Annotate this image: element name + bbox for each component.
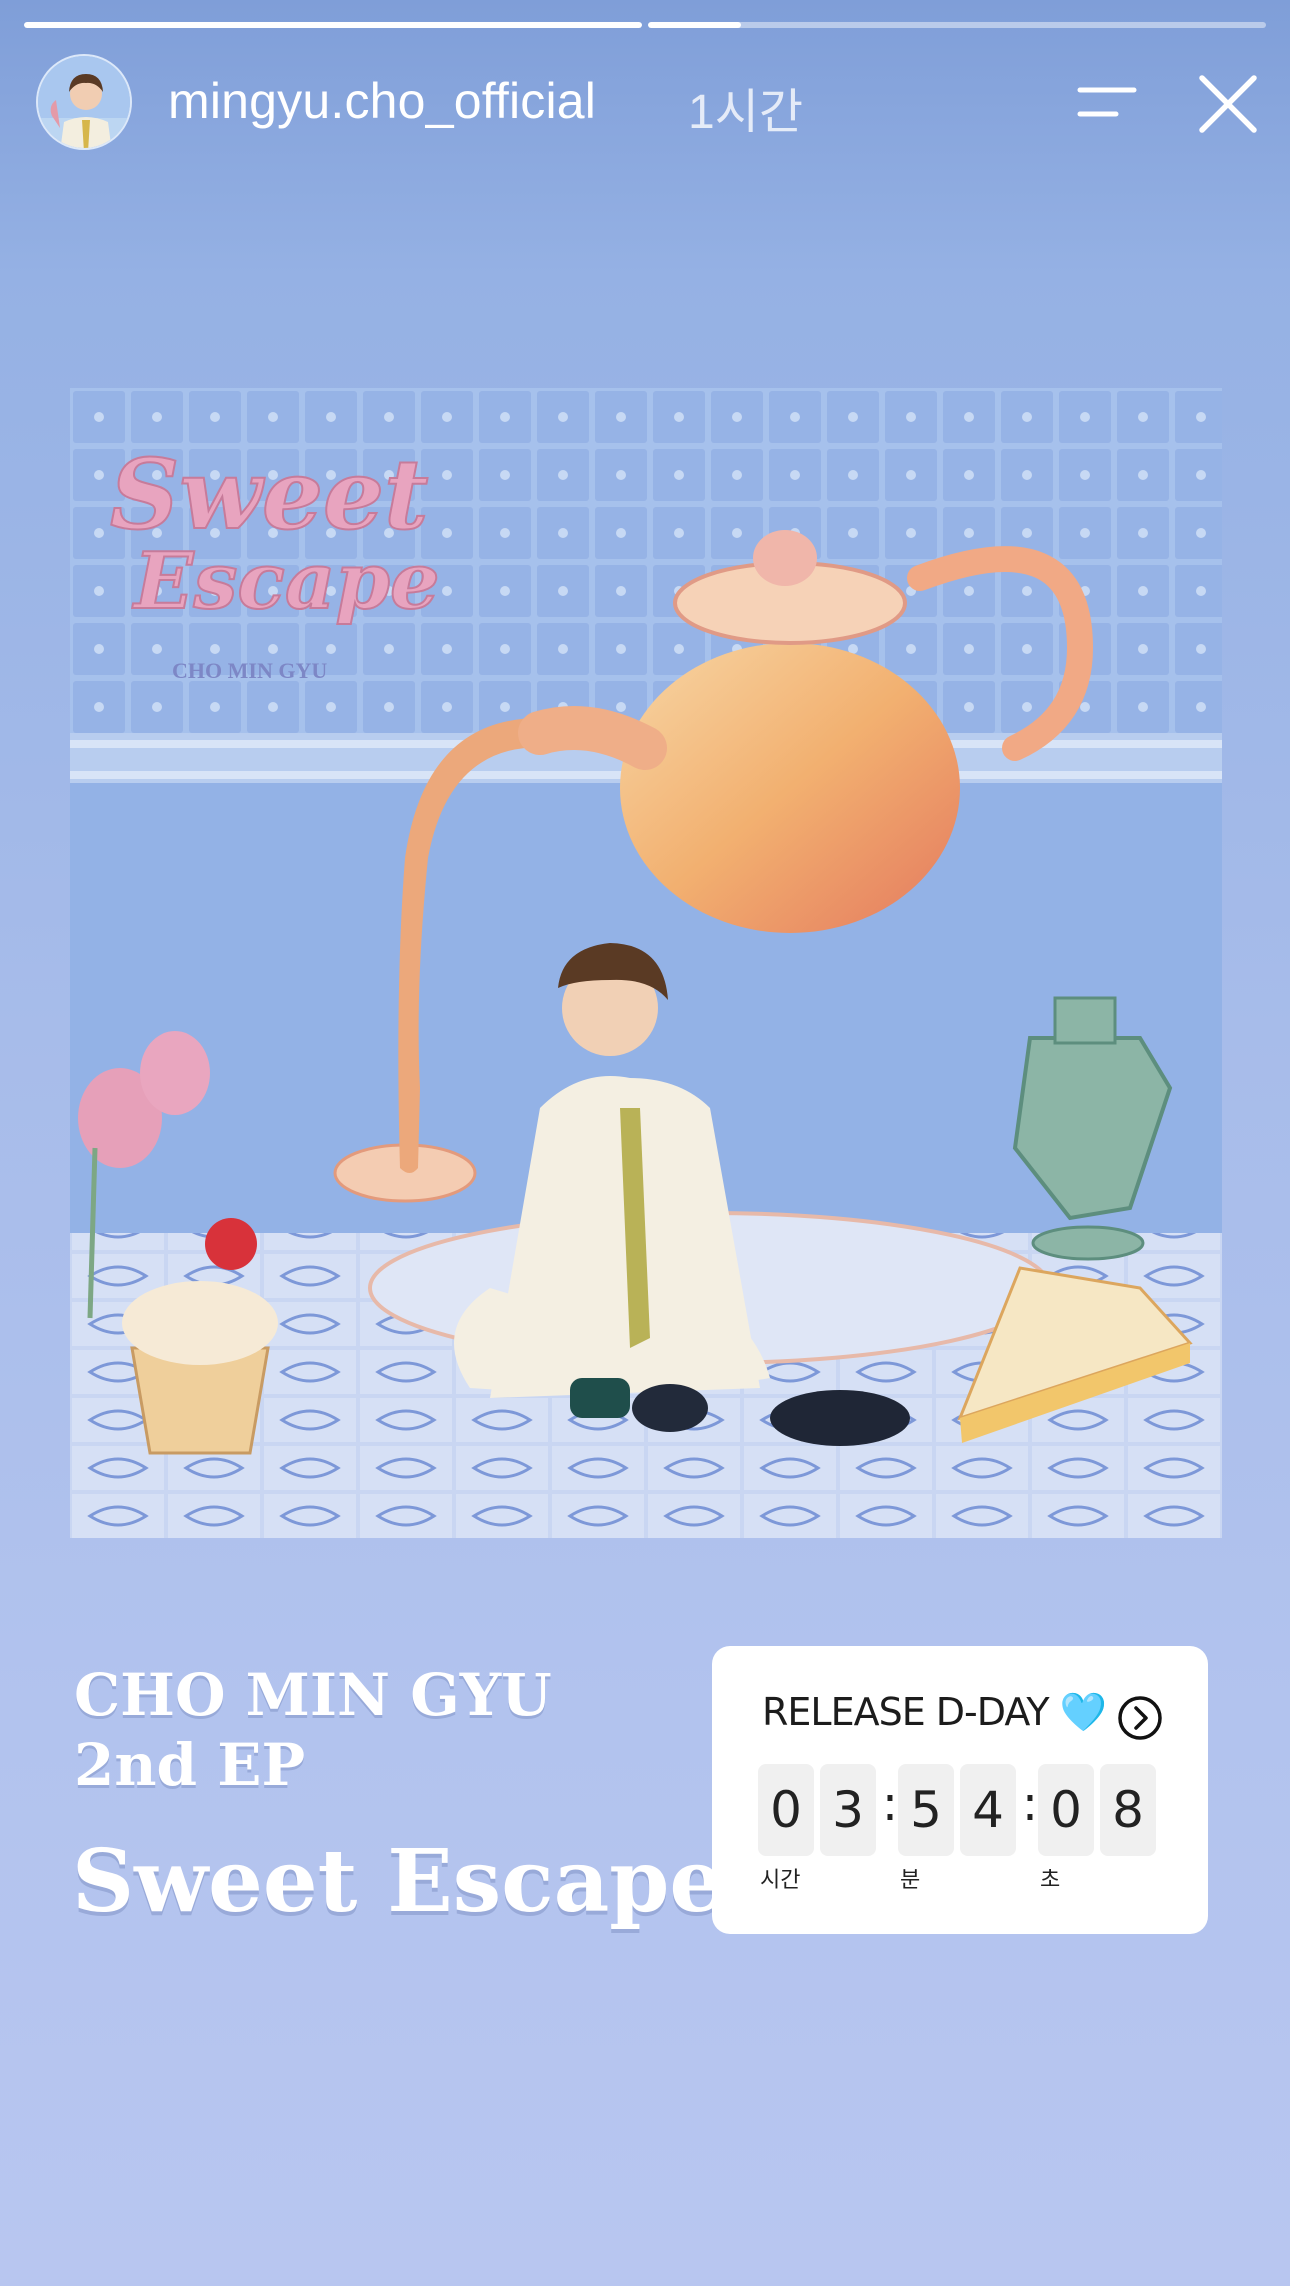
countdown-sticker[interactable]: RELEASE D-DAY 🩵 0 3 : 5 4 : 0 8 시간 분 초 bbox=[712, 1646, 1208, 1934]
countdown-title: RELEASE D-DAY 🩵 bbox=[762, 1690, 1107, 1734]
username[interactable]: mingyu.cho_official bbox=[168, 72, 596, 130]
svg-text:CHO MIN GYU: CHO MIN GYU bbox=[172, 658, 327, 683]
menu-icon[interactable] bbox=[1076, 82, 1140, 122]
album-cover-image: Sweet Escape CHO MIN GYU bbox=[70, 388, 1222, 1538]
countdown-digit-seconds-ones: 8 bbox=[1100, 1764, 1156, 1856]
story-progress-segment-1 bbox=[24, 22, 642, 28]
story-timestamp: 1시간 bbox=[688, 86, 804, 139]
chevron-circle-right-icon[interactable] bbox=[1116, 1694, 1164, 1742]
svg-text:Sweet: Sweet bbox=[110, 438, 428, 551]
countdown-unit-minutes: 분 bbox=[900, 1868, 921, 1893]
countdown-digit-minutes-ones: 4 bbox=[960, 1764, 1016, 1856]
countdown-digit-hours-tens: 0 bbox=[758, 1764, 814, 1856]
countdown-separator: : bbox=[1021, 1776, 1039, 1832]
countdown-unit-seconds: 초 bbox=[1040, 1868, 1061, 1893]
countdown-digit-hours-ones: 3 bbox=[820, 1764, 876, 1856]
countdown-digit-minutes-tens: 5 bbox=[898, 1764, 954, 1856]
countdown-digit-seconds-tens: 0 bbox=[1038, 1764, 1094, 1856]
close-icon[interactable] bbox=[1196, 72, 1260, 136]
countdown-unit-hours: 시간 bbox=[760, 1868, 801, 1893]
countdown-separator: : bbox=[881, 1776, 899, 1832]
release-type: 2nd EP bbox=[74, 1731, 306, 1799]
album-title: Sweet Escape bbox=[72, 1831, 725, 1932]
artist-name: CHO MIN GYU bbox=[74, 1661, 552, 1729]
svg-text:Escape: Escape bbox=[132, 536, 440, 627]
story-progress-segment-2 bbox=[648, 22, 1266, 28]
avatar[interactable] bbox=[36, 54, 132, 150]
